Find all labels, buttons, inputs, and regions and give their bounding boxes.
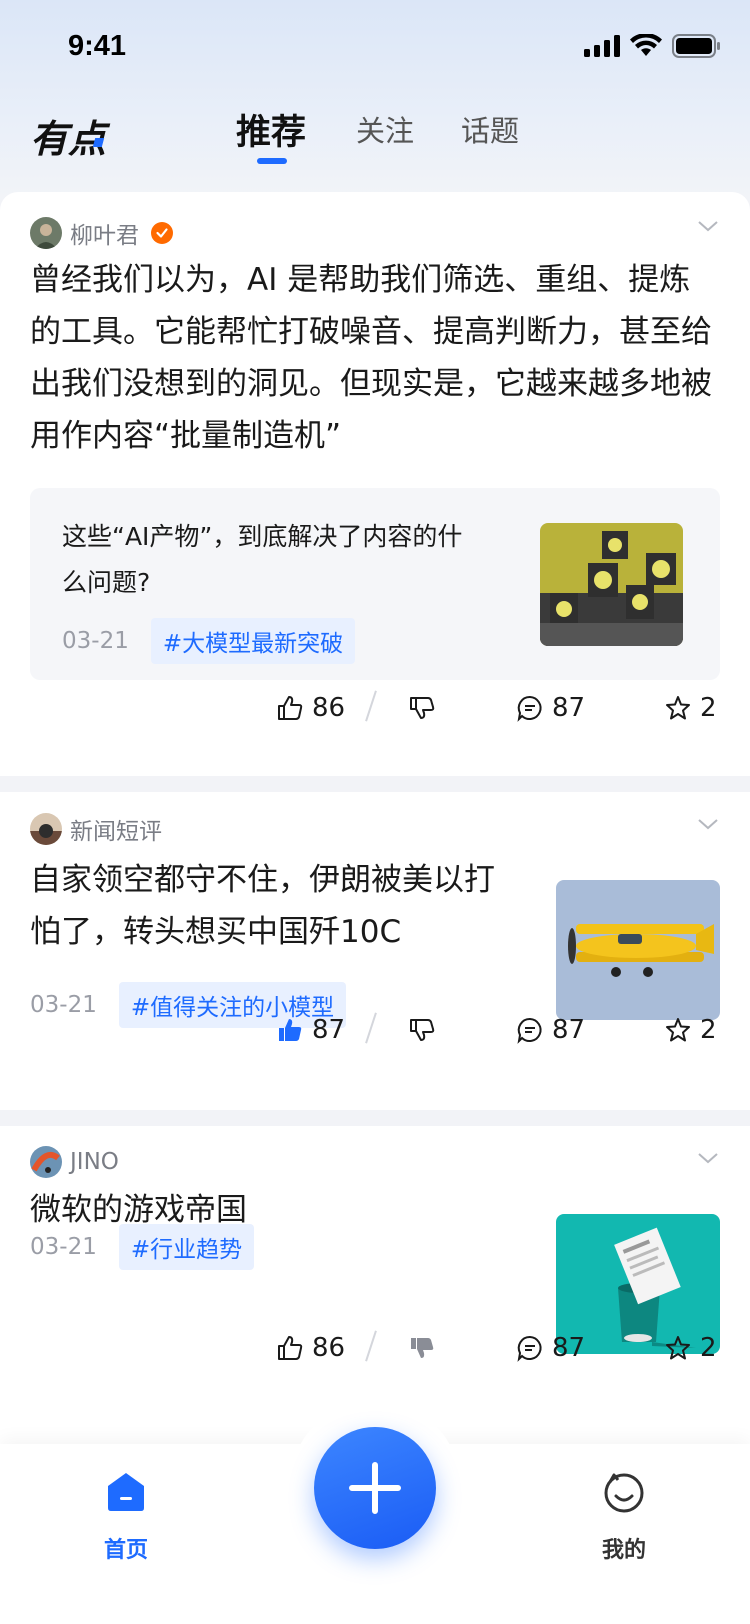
- nav-mine[interactable]: 我的: [564, 1470, 684, 1563]
- profile-face-icon: [604, 1473, 644, 1513]
- star-icon: [666, 696, 690, 720]
- status-bar: 9:41: [0, 0, 750, 96]
- avatar[interactable]: [30, 1146, 62, 1178]
- tab-recommend[interactable]: 推荐: [236, 104, 306, 155]
- like-button[interactable]: 86: [276, 1326, 345, 1370]
- thumbs-down-icon: [410, 697, 435, 719]
- divider: [365, 1330, 377, 1362]
- like-button[interactable]: 87: [276, 1008, 345, 1052]
- plus-icon: [349, 1462, 401, 1514]
- thumbs-up-icon: [278, 696, 303, 720]
- like-count: 86: [312, 693, 346, 723]
- tab-topics[interactable]: 话题: [461, 108, 519, 150]
- chevron-down-icon[interactable]: [696, 1146, 720, 1170]
- thumbs-down-filled-icon: [411, 1338, 434, 1358]
- favorite-button[interactable]: 2: [664, 686, 717, 730]
- quote-title: 这些“AI产物”，到底解决了内容的什么问题?: [62, 522, 463, 597]
- author-name[interactable]: JINO: [70, 1149, 119, 1175]
- battery-icon: [672, 34, 720, 58]
- comment-icon: [517, 1335, 542, 1362]
- post-meta: 03-21 #行业趋势: [30, 1224, 255, 1270]
- comment-icon: [517, 695, 542, 722]
- status-time: 9:41: [68, 30, 127, 62]
- nav-home[interactable]: 首页: [66, 1470, 186, 1563]
- create-post-button[interactable]: [314, 1427, 436, 1549]
- status-icons: [584, 34, 722, 58]
- app-logo: 有点: [30, 117, 107, 161]
- favorite-button[interactable]: 2: [664, 1326, 717, 1370]
- post-date: 03-21: [30, 1234, 97, 1260]
- quoted-article[interactable]: 这些“AI产物”，到底解决了内容的什么问题? 03-21 #大模型最新突破: [30, 488, 720, 680]
- thumbs-up-icon: [278, 1336, 303, 1360]
- chevron-down-icon[interactable]: [696, 214, 720, 238]
- post-title[interactable]: 曾经我们以为，AI 是帮助我们筛选、重组、提炼的工具。它能帮忙打破噪音、提高判断…: [30, 254, 720, 462]
- favorite-count: 2: [700, 1015, 717, 1045]
- post-actions: 86 87 2: [0, 686, 750, 730]
- like-count: 87: [312, 1015, 346, 1045]
- author-name[interactable]: 柳叶君: [70, 216, 139, 250]
- nav-home-label: 首页: [103, 1538, 148, 1563]
- post-author[interactable]: JINO: [30, 1146, 119, 1178]
- article-thumbnail: [540, 523, 683, 646]
- thumbs-up-filled-icon: [279, 1019, 302, 1041]
- divider: [365, 690, 377, 722]
- author-name[interactable]: 新闻短评: [70, 812, 162, 846]
- home-icon: [108, 1473, 144, 1511]
- comment-button[interactable]: 87: [516, 1326, 585, 1370]
- feed-card[interactable]: JINO 微软的游戏帝国 03-21 #行业趋势 86 87 2: [0, 1126, 750, 1446]
- like-count: 86: [312, 1333, 346, 1363]
- divider: [365, 1012, 377, 1044]
- post-actions: 86 87 2: [0, 1326, 750, 1370]
- feed-card[interactable]: 柳叶君 曾经我们以为，AI 是帮助我们筛选、重组、提炼的工具。它能帮忙打破噪音、…: [0, 192, 750, 776]
- feed-card[interactable]: 新闻短评 自家领空都守不住，伊朗被美以打怕了，转头想买中国歼10C 03-21 …: [0, 792, 750, 1110]
- comment-button[interactable]: 87: [516, 1008, 585, 1052]
- avatar[interactable]: [30, 813, 62, 845]
- like-button[interactable]: 86: [276, 686, 345, 730]
- post-title[interactable]: 自家领空都守不住，伊朗被美以打怕了，转头想买中国歼10C: [30, 854, 520, 958]
- dislike-button[interactable]: [408, 1008, 436, 1052]
- dislike-button[interactable]: [408, 1326, 436, 1370]
- post-author[interactable]: 柳叶君: [30, 216, 173, 250]
- favorite-button[interactable]: 2: [664, 1008, 717, 1052]
- topic-tag[interactable]: #行业趋势: [118, 1224, 255, 1270]
- post-actions: 87 87 2: [0, 1008, 750, 1052]
- post-thumbnail[interactable]: [556, 880, 720, 1020]
- active-tab-indicator: [257, 158, 287, 164]
- tab-follow[interactable]: 关注: [356, 108, 414, 150]
- topic-tag[interactable]: #大模型最新突破: [150, 618, 356, 664]
- post-date: 03-21: [62, 628, 129, 654]
- wifi-icon: [630, 34, 662, 56]
- post-meta: 03-21 #大模型最新突破: [62, 618, 356, 664]
- post-author[interactable]: 新闻短评: [30, 812, 162, 846]
- favorite-count: 2: [700, 1333, 717, 1363]
- star-icon: [666, 1018, 690, 1042]
- favorite-count: 2: [700, 693, 717, 723]
- star-icon: [666, 1336, 690, 1360]
- comment-count: 87: [552, 1333, 586, 1363]
- signal-icon: [584, 35, 620, 57]
- top-header: 有点 推荐 关注 话题: [0, 96, 750, 196]
- verified-badge-icon: [151, 222, 173, 244]
- avatar[interactable]: [30, 217, 62, 249]
- nav-mine-label: 我的: [601, 1538, 646, 1563]
- chevron-down-icon[interactable]: [696, 812, 720, 836]
- comment-count: 87: [552, 693, 586, 723]
- comment-icon: [517, 1017, 542, 1044]
- comment-button[interactable]: 87: [516, 686, 585, 730]
- thumbs-down-icon: [410, 1019, 435, 1041]
- dislike-button[interactable]: [408, 686, 436, 730]
- comment-count: 87: [552, 1015, 586, 1045]
